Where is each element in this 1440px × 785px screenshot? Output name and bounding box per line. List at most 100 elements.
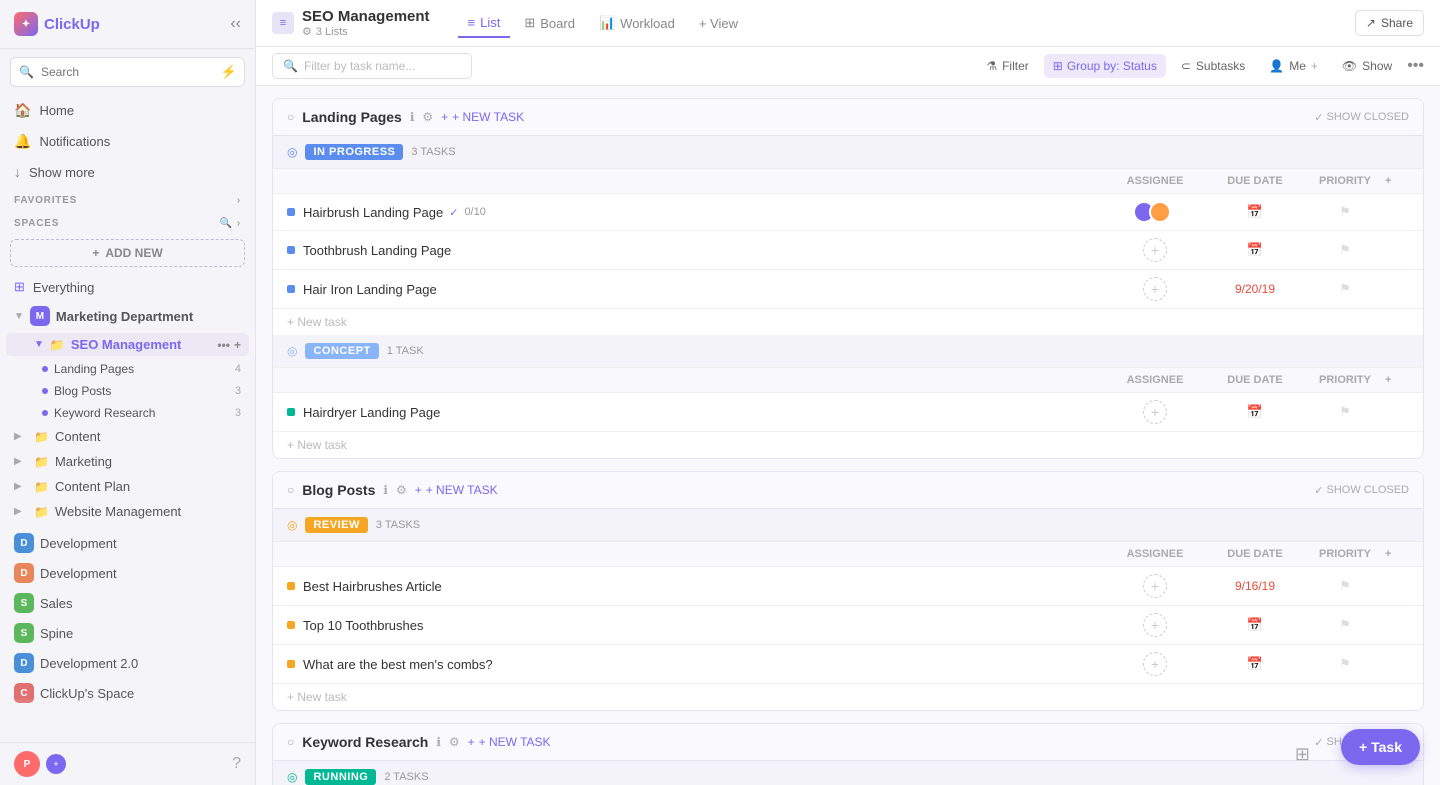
sidebar-item-marketing[interactable]: ▶ 📁 Marketing <box>0 449 255 474</box>
sidebar-item-spine[interactable]: S Spine <box>0 618 255 648</box>
task-duedate-cell[interactable]: 📅 <box>1205 656 1305 672</box>
task-search-container[interactable]: 🔍 Filter by task name... <box>272 53 472 79</box>
task-name-text[interactable]: Hairdryer Landing Page <box>303 405 440 420</box>
task-duedate-cell[interactable]: 📅 <box>1205 617 1305 633</box>
favorites-expand-icon[interactable]: › <box>237 195 241 206</box>
sidebar-item-show-more[interactable]: ↓ Show more <box>0 157 255 187</box>
show-button[interactable]: 👁 Show <box>1333 54 1401 78</box>
lightning-icon[interactable]: ⚡ <box>221 64 237 80</box>
sidebar-item-everything[interactable]: ⊞ Everything <box>0 273 255 301</box>
landing-pages-settings-icon[interactable]: ⚙ <box>422 110 433 124</box>
running-collapse-icon[interactable]: ◎ <box>287 770 297 784</box>
blog-posts-add-task-button[interactable]: + + NEW TASK <box>415 483 498 497</box>
landing-pages-show-closed[interactable]: ✓ SHOW CLOSED <box>1314 111 1409 124</box>
sidebar-item-blog-posts[interactable]: Blog Posts 3 <box>0 380 255 402</box>
sidebar-item-sales[interactable]: S Sales <box>0 588 255 618</box>
task-priority-cell[interactable]: ⚑ <box>1305 617 1385 633</box>
filter-button[interactable]: ⚗ Filter <box>977 54 1037 78</box>
seo-more-icon[interactable]: ••• <box>217 338 230 352</box>
concept-collapse-icon[interactable]: ◎ <box>287 344 297 358</box>
tab-list[interactable]: ≡ List <box>458 9 511 38</box>
sidebar-item-development[interactable]: D Development <box>0 528 255 558</box>
add-new-button[interactable]: + ADD NEW <box>10 239 245 267</box>
grid-view-icon[interactable]: ⊞ <box>1295 744 1310 765</box>
task-name-text[interactable]: Toothbrush Landing Page <box>303 243 451 258</box>
sidebar-collapse-button[interactable]: ‹‹ <box>230 15 241 33</box>
task-name-text[interactable]: Hairbrush Landing Page <box>303 205 443 220</box>
task-assignee-cell[interactable]: + <box>1105 238 1205 262</box>
blog-posts-info-icon[interactable]: ℹ <box>383 483 388 497</box>
sidebar-item-website-management[interactable]: ▶ 📁 Website Management <box>0 499 255 524</box>
me-button[interactable]: 👤 Me + <box>1260 54 1327 78</box>
task-duedate-cell[interactable]: 9/20/19 <box>1205 282 1305 296</box>
blog-posts-settings-icon[interactable]: ⚙ <box>396 483 407 497</box>
assignee-add-icon[interactable]: + <box>1143 574 1167 598</box>
task-assignee-cell[interactable]: + <box>1105 613 1205 637</box>
search-input[interactable] <box>10 57 245 87</box>
task-duedate-cell[interactable]: 📅 <box>1205 404 1305 420</box>
task-name-text[interactable]: What are the best men's combs? <box>303 657 493 672</box>
sidebar-item-development2[interactable]: D Development 2.0 <box>0 648 255 678</box>
tab-board[interactable]: ⊞ Board <box>514 9 585 37</box>
more-options-button[interactable]: ••• <box>1407 57 1424 75</box>
task-priority-cell[interactable]: ⚑ <box>1305 281 1385 297</box>
sidebar-item-notifications[interactable]: 🔔 Notifications <box>0 126 255 157</box>
add-new-task-inline-concept[interactable]: + New task <box>273 432 1423 458</box>
task-assignee-multi[interactable] <box>1139 201 1171 223</box>
add-new-task-inline-review[interactable]: + New task <box>273 684 1423 710</box>
task-priority-cell[interactable]: ⚑ <box>1305 656 1385 672</box>
landing-pages-add-task-button[interactable]: + + NEW TASK <box>441 110 524 124</box>
assignee-add-icon[interactable]: + <box>1143 238 1167 262</box>
blog-posts-collapse-icon[interactable]: ○ <box>287 483 294 497</box>
tab-add-view[interactable]: + View <box>689 10 748 37</box>
task-duedate-cell[interactable]: 📅 <box>1205 242 1305 258</box>
task-assignee-cell[interactable]: + <box>1105 400 1205 424</box>
task-duedate-cell[interactable]: 📅 <box>1205 204 1305 220</box>
assignee-add-icon[interactable]: + <box>1143 613 1167 637</box>
sidebar-item-content[interactable]: ▶ 📁 Content <box>0 424 255 449</box>
spaces-search-icon[interactable]: 🔍 <box>220 218 233 229</box>
in-progress-collapse-icon[interactable]: ◎ <box>287 145 297 159</box>
sidebar-item-operations[interactable]: D Development <box>0 558 255 588</box>
landing-pages-info-icon[interactable]: ℹ <box>410 110 415 124</box>
keyword-research-add-task-button[interactable]: + + NEW TASK <box>468 735 551 749</box>
sidebar-item-home[interactable]: 🏠 Home <box>0 95 255 126</box>
add-col-header[interactable]: + <box>1385 548 1409 560</box>
task-priority-cell[interactable]: ⚑ <box>1305 242 1385 258</box>
task-priority-cell[interactable]: ⚑ <box>1305 578 1385 594</box>
seo-add-icon[interactable]: + <box>234 338 241 352</box>
blog-posts-show-closed[interactable]: ✓ SHOW CLOSED <box>1314 484 1409 497</box>
review-collapse-icon[interactable]: ◎ <box>287 518 297 532</box>
subtasks-button[interactable]: ⊂ Subtasks <box>1172 54 1254 78</box>
tab-workload[interactable]: 📊 Workload <box>589 9 685 37</box>
sidebar-item-content-plan[interactable]: ▶ 📁 Content Plan <box>0 474 255 499</box>
keyword-research-collapse-icon[interactable]: ○ <box>287 735 294 749</box>
add-col-header[interactable]: + <box>1385 374 1409 386</box>
task-assignee-cell[interactable]: + <box>1105 652 1205 676</box>
keyword-research-info-icon[interactable]: ℹ <box>436 735 441 749</box>
sidebar-item-keyword-research[interactable]: Keyword Research 3 <box>0 402 255 424</box>
add-task-fab-button[interactable]: + Task <box>1341 729 1420 765</box>
group-by-button[interactable]: ⊞ Group by: Status <box>1044 54 1166 78</box>
task-name-text[interactable]: Best Hairbrushes Article <box>303 579 442 594</box>
assignee-add-icon[interactable]: + <box>1143 400 1167 424</box>
add-col-header[interactable]: + <box>1385 175 1409 187</box>
task-assignee-cell[interactable]: + <box>1105 277 1205 301</box>
sidebar-item-clickup-space[interactable]: C ClickUp's Space <box>0 678 255 708</box>
assignee-add-icon[interactable]: + <box>1143 652 1167 676</box>
keyword-research-settings-icon[interactable]: ⚙ <box>449 735 460 749</box>
task-name-text[interactable]: Hair Iron Landing Page <box>303 282 437 297</box>
spaces-expand-icon[interactable]: › <box>237 218 241 229</box>
help-icon[interactable]: ? <box>232 755 241 773</box>
task-duedate-cell[interactable]: 9/16/19 <box>1205 579 1305 593</box>
assignee-add-icon[interactable]: + <box>1143 277 1167 301</box>
task-name-text[interactable]: Top 10 Toothbrushes <box>303 618 423 633</box>
landing-pages-collapse-icon[interactable]: ○ <box>287 110 294 124</box>
sidebar-item-marketing-department[interactable]: ▼ M Marketing Department <box>0 301 255 331</box>
user-avatar-secondary[interactable]: + <box>46 754 66 774</box>
add-new-task-inline[interactable]: + New task <box>273 309 1423 335</box>
share-button[interactable]: ↗ Share <box>1355 10 1424 36</box>
task-assignee-cell[interactable]: + <box>1105 574 1205 598</box>
user-avatar[interactable]: P <box>14 751 40 777</box>
sidebar-item-seo-management[interactable]: ▼ 📁 SEO Management ••• + <box>6 333 249 356</box>
